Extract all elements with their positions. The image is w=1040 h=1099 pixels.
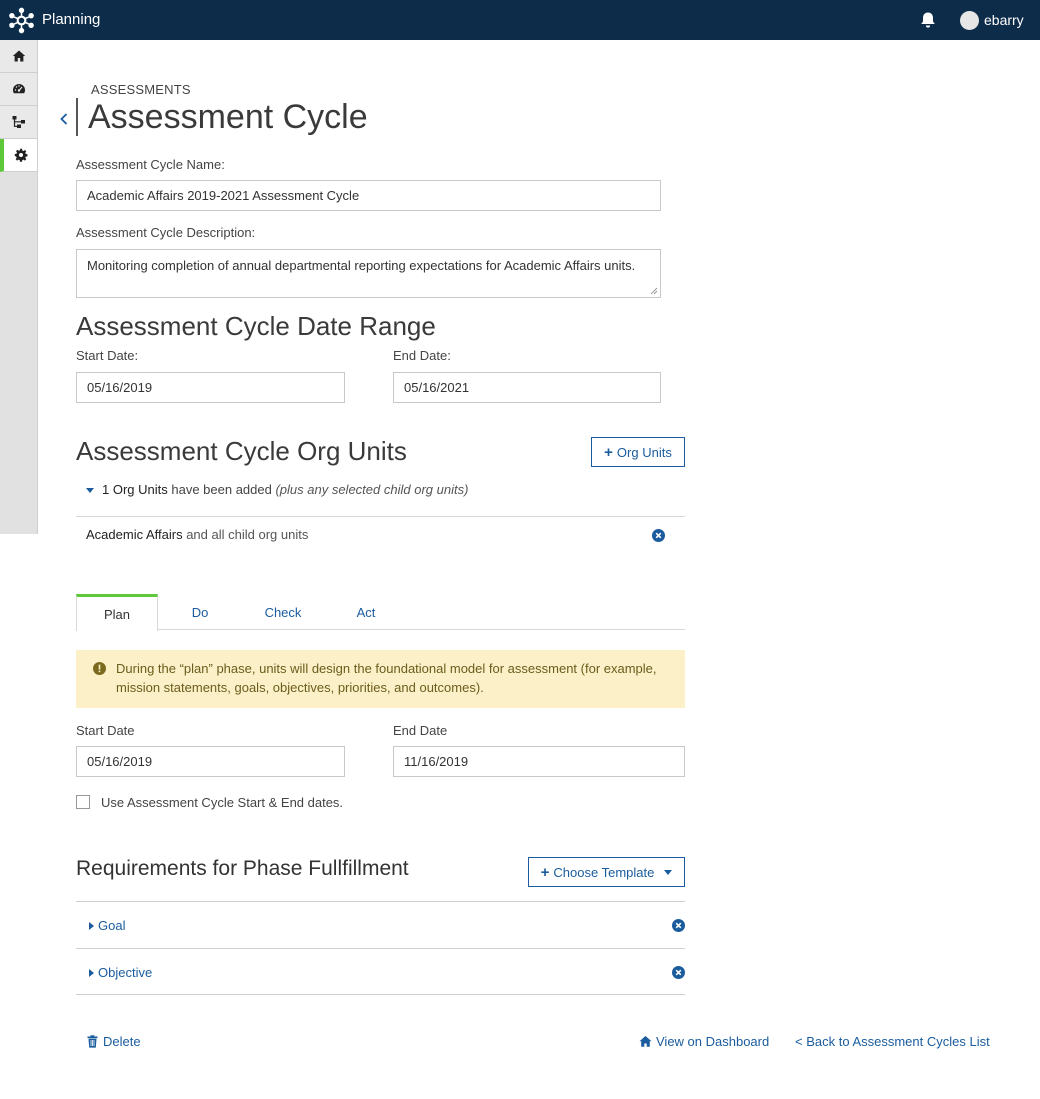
gear-icon (14, 148, 27, 162)
org-unit-name: Academic Affairs (86, 527, 183, 542)
tab-check[interactable]: Check (242, 594, 324, 630)
breadcrumb[interactable]: ASSESSMENTS (91, 82, 191, 97)
exclamation-circle-icon (93, 662, 106, 675)
remove-requirement-icon[interactable] (672, 966, 685, 979)
requirement-label: Goal (98, 918, 126, 933)
dashboard-icon (12, 84, 25, 94)
username[interactable]: ebarry (984, 12, 1024, 28)
plus-icon: + (540, 863, 550, 881)
requirement-toggle-objective[interactable]: Objective (89, 965, 152, 980)
caret-down-icon (86, 488, 94, 494)
cycle-description-text: Monitoring completion of annual departme… (87, 258, 636, 273)
back-to-list-label: < Back to Assessment Cycles List (795, 1034, 990, 1049)
requirement-row-objective: Objective (76, 948, 685, 995)
cycle-description-textarea[interactable]: Monitoring completion of annual departme… (76, 249, 661, 298)
phase-start-date-input[interactable]: 05/16/2019 (76, 746, 345, 777)
resize-grip-icon[interactable] (650, 287, 658, 295)
trash-icon (87, 1035, 98, 1048)
org-units-count: 1 Org Units (102, 482, 168, 497)
org-units-summary-toggle[interactable]: 1 Org Units have been added (plus any se… (86, 482, 468, 497)
phase-alert-text: During the “plan” phase, units will desi… (116, 661, 657, 695)
back-chevron-icon[interactable] (58, 110, 70, 128)
home-icon (639, 1036, 652, 1047)
left-sidebar (0, 40, 38, 534)
planning-logo-icon[interactable] (8, 7, 35, 34)
requirement-label: Objective (98, 965, 153, 980)
choose-template-label: Choose Template (553, 864, 655, 880)
requirement-toggle-goal[interactable]: Goal (89, 918, 125, 933)
sidebar-item-home[interactable] (0, 40, 37, 73)
tab-act[interactable]: Act (326, 594, 406, 630)
add-org-units-label: Org Units (616, 444, 672, 460)
sidebar-item-dashboard[interactable] (0, 73, 37, 106)
cycle-start-date-input[interactable]: 05/16/2019 (76, 372, 345, 403)
app-title: Planning (42, 11, 101, 28)
cycle-description-label: Assessment Cycle Description: (76, 225, 256, 240)
notifications-bell-icon[interactable] (919, 11, 937, 29)
choose-template-button[interactable]: + Choose Template (528, 857, 685, 887)
back-to-list-link[interactable]: < Back to Assessment Cycles List (795, 1034, 990, 1049)
header-divider (76, 98, 78, 136)
cycle-name-input[interactable]: Academic Affairs 2019-2021 Assessment Cy… (76, 180, 661, 211)
cycle-end-date-input[interactable]: 05/16/2021 (393, 372, 661, 403)
phase-start-date-label: Start Date (76, 723, 135, 738)
caret-right-icon (89, 969, 94, 977)
remove-org-unit-icon[interactable] (652, 529, 665, 542)
org-unit-suffix: and all child org units (182, 527, 309, 542)
sidebar-item-org-units[interactable] (0, 106, 37, 139)
caret-right-icon (89, 922, 94, 930)
phase-info-alert: During the “plan” phase, units will desi… (76, 650, 685, 708)
org-units-summary-note: (plus any selected child org units) (275, 482, 469, 497)
divider (76, 516, 685, 517)
caret-down-icon (664, 869, 673, 875)
add-org-units-button[interactable]: + Org Units (591, 437, 685, 467)
remove-requirement-icon[interactable] (672, 919, 685, 932)
view-on-dashboard-link[interactable]: View on Dashboard (639, 1034, 769, 1049)
sidebar-item-settings[interactable] (0, 139, 37, 172)
phase-end-date-label: End Date (393, 723, 448, 738)
page-title: Assessment Cycle (88, 98, 368, 136)
use-cycle-dates-label[interactable]: Use Assessment Cycle Start & End dates. (101, 795, 343, 810)
cycle-name-label: Assessment Cycle Name: (76, 157, 225, 172)
org-units-summary-text: have been added (167, 482, 276, 497)
org-unit-row: Academic Affairs and all child org units (86, 527, 308, 542)
requirements-heading: Requirements for Phase Fullfillment (76, 857, 409, 880)
start-date-label: Start Date: (76, 348, 139, 363)
org-units-heading: Assessment Cycle Org Units (76, 436, 407, 466)
use-cycle-dates-checkbox[interactable] (76, 795, 90, 809)
tab-plan[interactable]: Plan (76, 594, 158, 631)
phase-end-date-input[interactable]: 11/16/2019 (393, 746, 685, 777)
tab-do[interactable]: Do (160, 594, 240, 630)
date-range-heading: Assessment Cycle Date Range (76, 311, 436, 341)
delete-label: Delete (103, 1034, 141, 1049)
requirement-row-goal: Goal (76, 901, 685, 948)
user-avatar[interactable] (960, 11, 979, 30)
delete-link[interactable]: Delete (86, 1034, 141, 1049)
org-chart-icon (12, 116, 25, 128)
view-on-dashboard-label: View on Dashboard (656, 1034, 770, 1049)
plus-icon: + (604, 443, 613, 461)
end-date-label: End Date: (393, 348, 451, 363)
top-navigation-bar: Planning ebarry (0, 0, 1040, 40)
home-icon (12, 50, 25, 62)
